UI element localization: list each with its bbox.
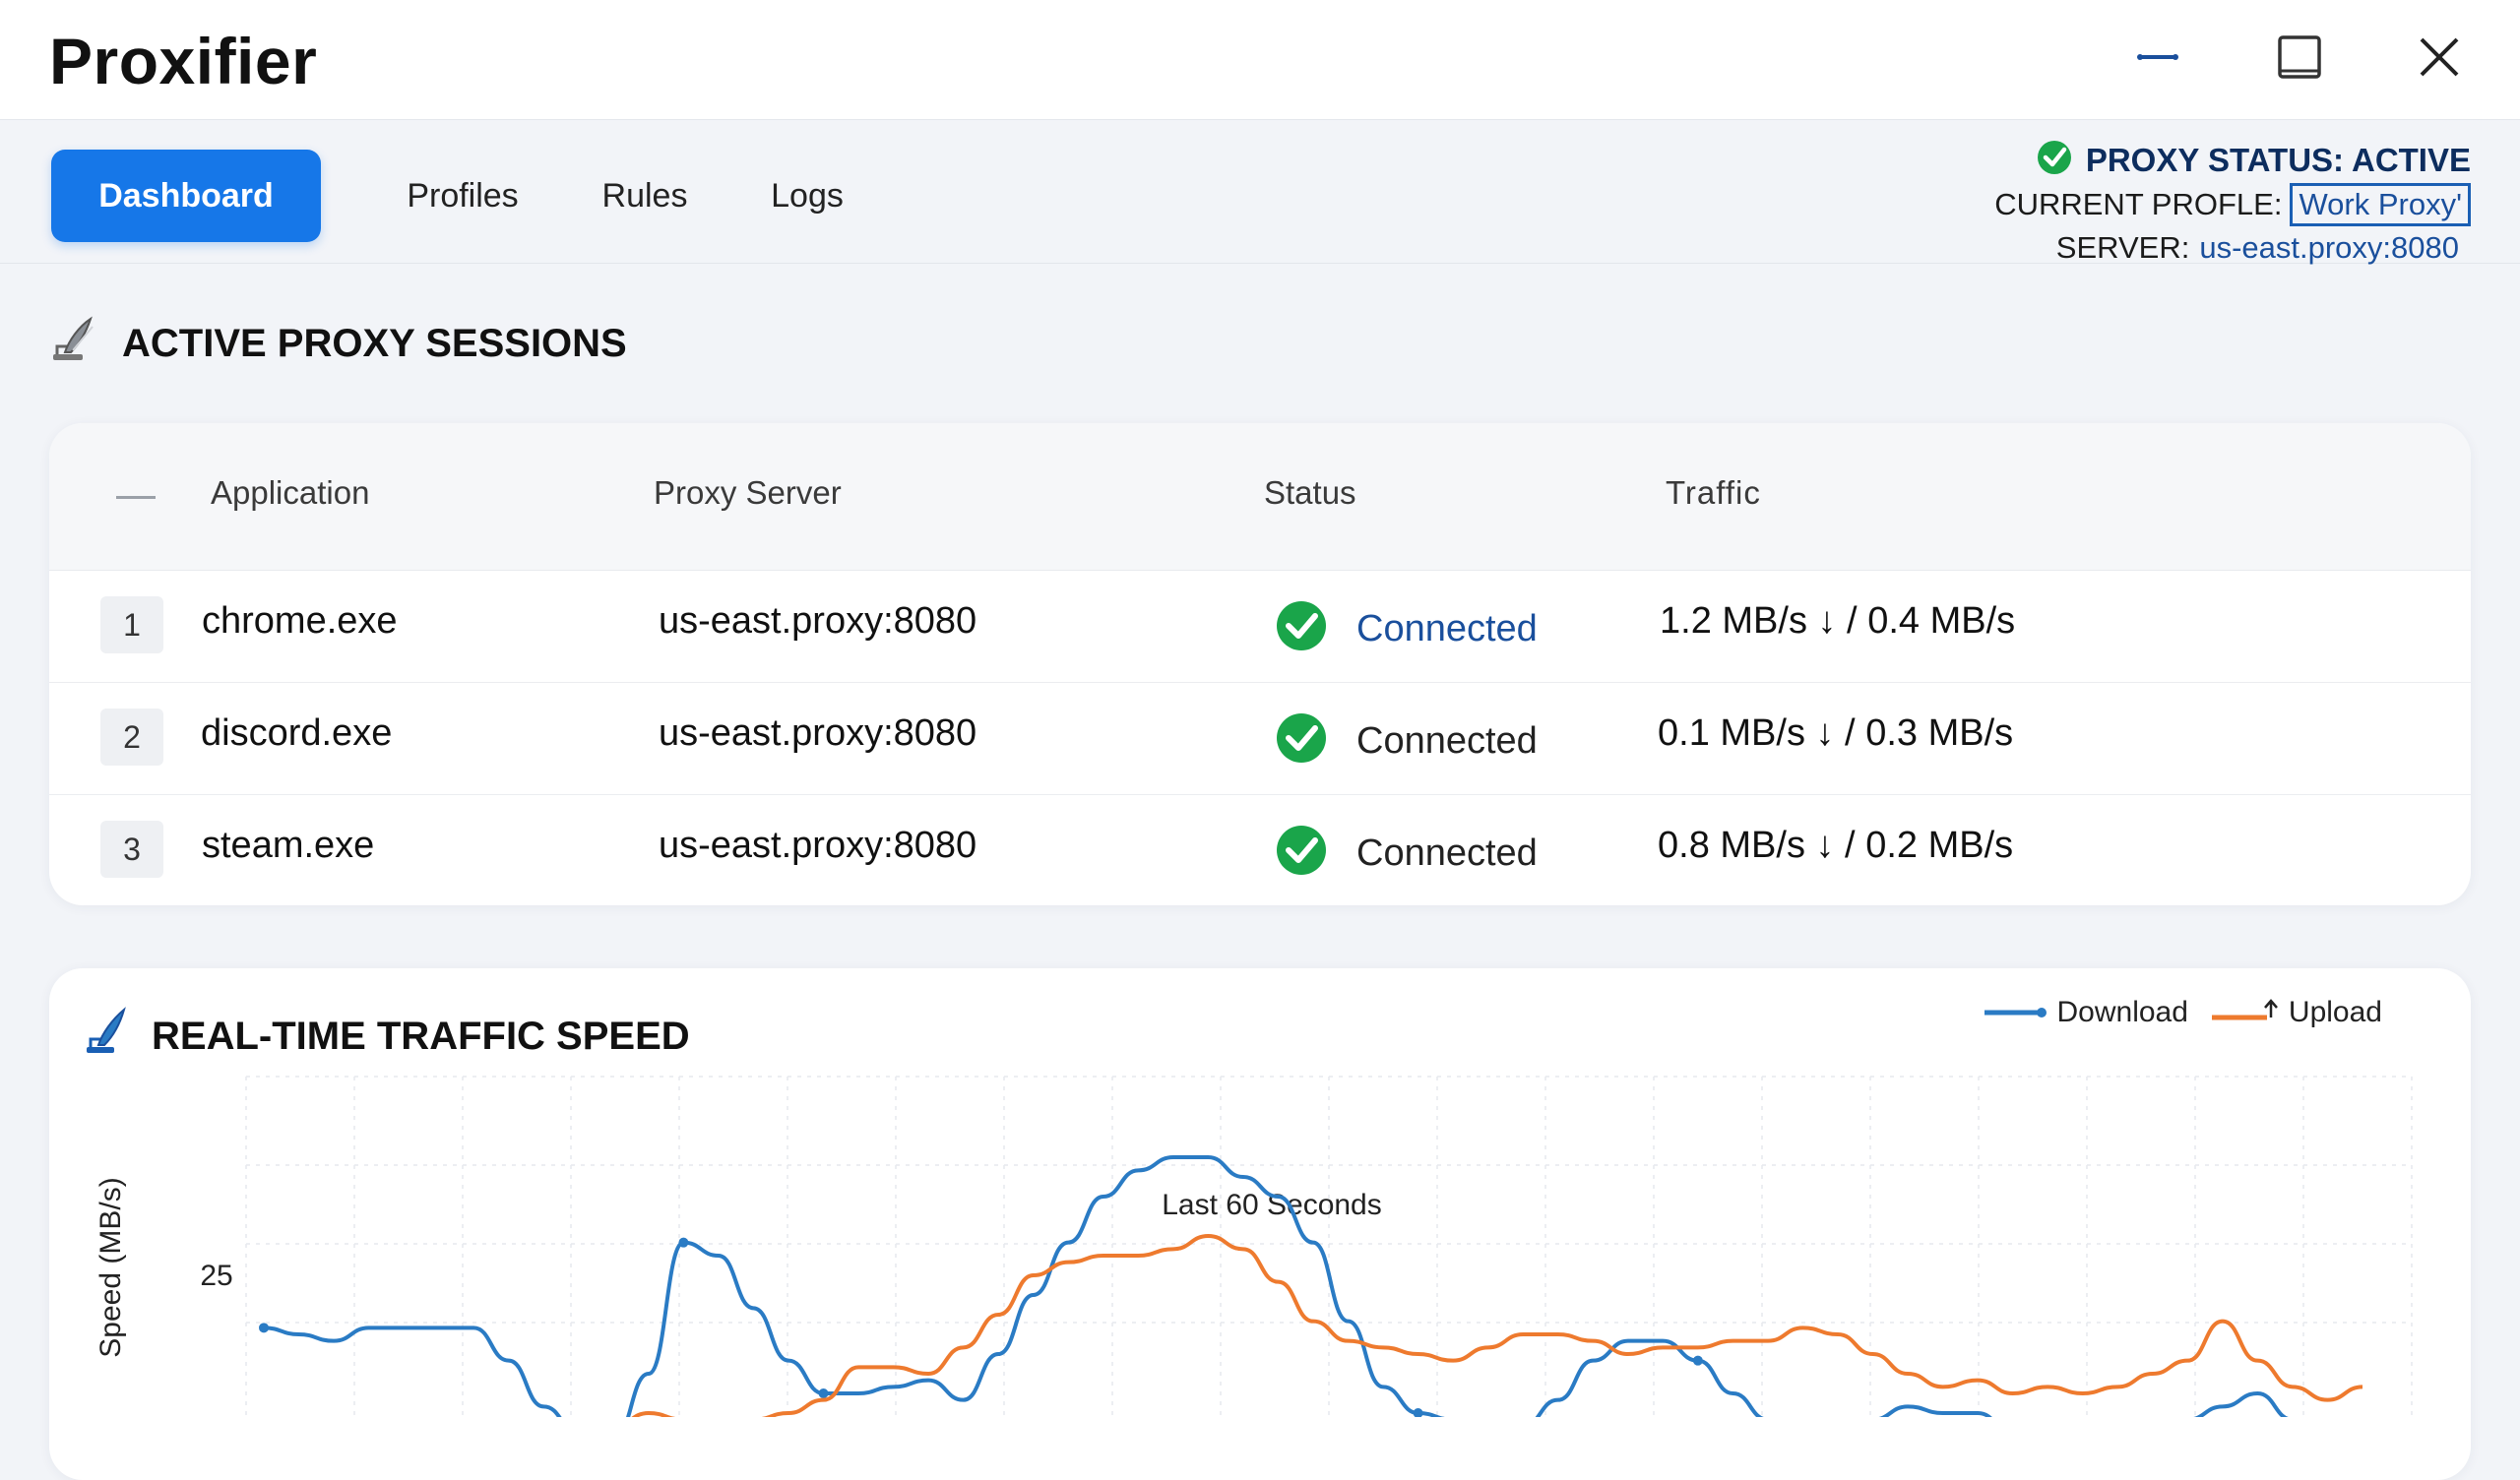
tab-logs[interactable]: Logs bbox=[750, 150, 864, 242]
proxy-status-line: PROXY STATUS: ACTIVE bbox=[1994, 138, 2471, 183]
row-index: 3 bbox=[100, 821, 163, 878]
traffic-up: 0.4 MB/s bbox=[1867, 600, 2016, 642]
row-index: 2 bbox=[100, 709, 163, 766]
traffic-separator: / bbox=[1834, 825, 1866, 866]
chart-grid bbox=[245, 1076, 2413, 1417]
server-line: SERVER: us-east.proxy:8080 bbox=[1994, 226, 2471, 270]
check-circle-icon bbox=[1274, 596, 1329, 661]
traffic-up: 0.3 MB/s bbox=[1865, 712, 2014, 754]
table-row[interactable]: 1 chrome.exe us-east.proxy:8080 Connecte… bbox=[49, 571, 2471, 683]
traffic-separator: / bbox=[1834, 712, 1866, 754]
traffic-down: 1.2 MB/s ↓ bbox=[1660, 600, 1837, 642]
sessions-title: ACTIVE PROXY SESSIONS bbox=[122, 321, 627, 365]
column-status[interactable]: Status bbox=[1264, 474, 1356, 512]
title-bar: Proxifier bbox=[0, 0, 2520, 120]
y-axis-label: Speed (MB/s) bbox=[94, 1177, 127, 1357]
data-point bbox=[818, 1388, 829, 1398]
sessions-heading: ACTIVE PROXY SESSIONS bbox=[49, 313, 627, 374]
proxy-status-panel: PROXY STATUS: ACTIVE CURRENT PROFLE: Wor… bbox=[1994, 138, 2471, 270]
minimize-icon[interactable] bbox=[2128, 28, 2187, 87]
proxy-status-text: PROXY STATUS: ACTIVE bbox=[2085, 142, 2471, 178]
server-value: us-east.proxy:8080 bbox=[2199, 230, 2459, 265]
status-text: Connected bbox=[1356, 719, 1538, 762]
traffic-line-chart: Last 60 Seconds Speed (MB/s) 250 bbox=[94, 1076, 2413, 1417]
proxy-server: us-east.proxy:8080 bbox=[659, 712, 977, 754]
status-text: Connected bbox=[1356, 832, 1538, 874]
column-traffic[interactable]: Traffic bbox=[1666, 474, 1761, 512]
check-circle-icon bbox=[1274, 821, 1329, 886]
proxy-server: us-east.proxy:8080 bbox=[659, 600, 977, 642]
status-cell: Connected bbox=[1274, 821, 1538, 886]
data-point bbox=[1413, 1408, 1423, 1417]
data-point bbox=[259, 1323, 269, 1333]
status-cell: Connected bbox=[1274, 596, 1538, 661]
close-icon[interactable] bbox=[2410, 28, 2469, 87]
traffic-down: 0.1 MB/s ↓ bbox=[1658, 712, 1835, 754]
traffic-down: 0.8 MB/s ↓ bbox=[1658, 825, 1835, 866]
column-application[interactable]: Application bbox=[211, 474, 369, 512]
status-text: Connected bbox=[1356, 607, 1538, 649]
row-index: 1 bbox=[100, 596, 163, 653]
check-circle-icon bbox=[1274, 709, 1329, 773]
traffic-value: 1.2 MB/s ↓ / 0.4 MB/s bbox=[1660, 600, 2015, 643]
app-name: discord.exe bbox=[201, 712, 393, 754]
y-axis-ticks: 250 bbox=[200, 1260, 232, 1292]
table-row[interactable]: 3 steam.exe us-east.proxy:8080 Connected… bbox=[49, 795, 2471, 905]
table-header: Application Proxy Server Status Traffic bbox=[49, 423, 2471, 571]
tab-profiles[interactable]: Profiles bbox=[384, 150, 541, 242]
traffic-chart-card: REAL-TIME TRAFFIC SPEED Download Upload … bbox=[49, 968, 2471, 1480]
profile-label: CURRENT PROFLE: bbox=[1994, 187, 2283, 221]
column-proxy-server[interactable]: Proxy Server bbox=[654, 474, 842, 512]
server-label: SERVER: bbox=[2055, 230, 2190, 265]
data-point bbox=[678, 1237, 689, 1248]
current-profile-line: CURRENT PROFLE: Work Proxy' bbox=[1994, 183, 2471, 226]
sessions-table: Application Proxy Server Status Traffic … bbox=[49, 423, 2471, 905]
tab-dashboard[interactable]: Dashboard bbox=[51, 150, 321, 242]
y-tick-label: 25 bbox=[200, 1260, 232, 1292]
select-all-toggle[interactable] bbox=[116, 496, 156, 499]
series-line-upload bbox=[631, 1234, 2363, 1417]
app-name: chrome.exe bbox=[202, 600, 398, 642]
tab-rules[interactable]: Rules bbox=[581, 150, 709, 242]
traffic-up: 0.2 MB/s bbox=[1865, 825, 2014, 866]
status-cell: Connected bbox=[1274, 709, 1538, 773]
network-icon bbox=[49, 313, 100, 374]
app-name: steam.exe bbox=[202, 825, 375, 866]
profile-value[interactable]: Work Proxy' bbox=[2290, 183, 2471, 226]
traffic-value: 0.1 MB/s ↓ / 0.3 MB/s bbox=[1658, 712, 2013, 755]
maximize-icon[interactable] bbox=[2270, 28, 2329, 87]
proxy-server: us-east.proxy:8080 bbox=[659, 825, 977, 866]
data-point bbox=[1692, 1355, 1703, 1366]
check-circle-icon bbox=[2035, 137, 2074, 184]
table-row[interactable]: 2 discord.exe us-east.proxy:8080 Connect… bbox=[49, 683, 2471, 795]
traffic-separator: / bbox=[1836, 600, 1868, 642]
nav-bar: Dashboard Profiles Rules Logs PROXY STAT… bbox=[0, 120, 2520, 265]
app-title: Proxifier bbox=[49, 25, 318, 97]
traffic-value: 0.8 MB/s ↓ / 0.2 MB/s bbox=[1658, 825, 2013, 867]
